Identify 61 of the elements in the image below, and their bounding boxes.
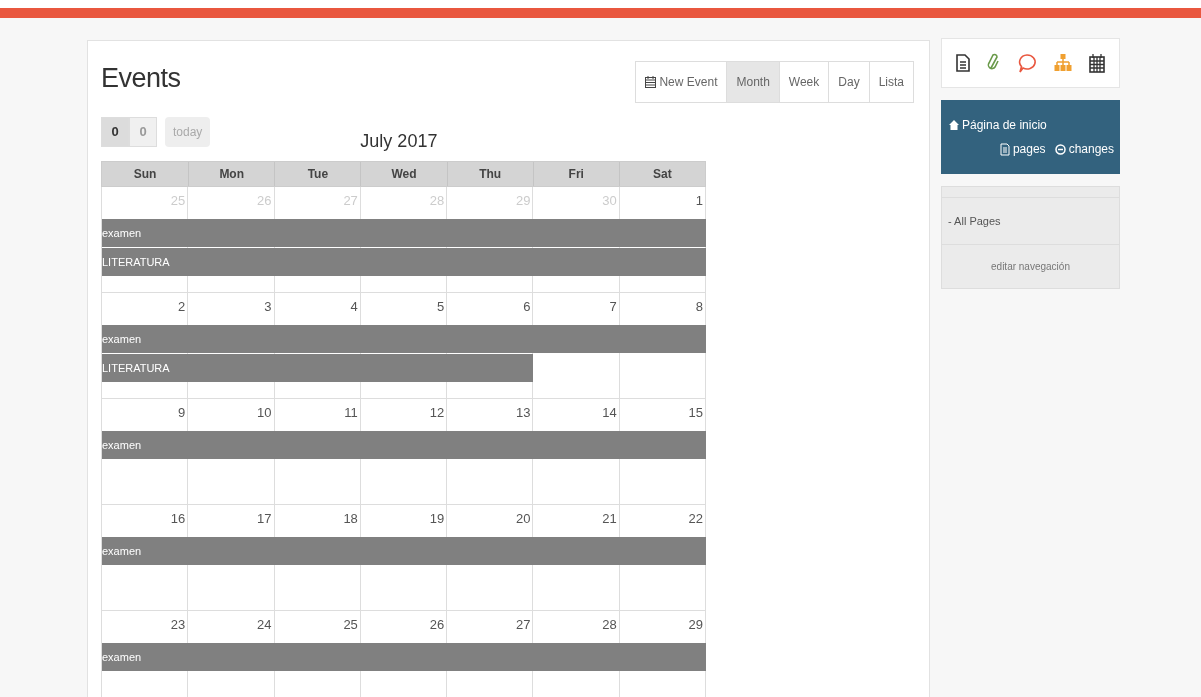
weekday-header: Sat [618, 162, 705, 186]
day-number: 10 [257, 404, 273, 422]
event-title[interactable]: LITERATURA [102, 248, 706, 276]
day-number: 20 [515, 510, 532, 528]
day-number: 28 [602, 616, 618, 634]
pages-link[interactable]: pages [1012, 140, 1046, 158]
month-title: July 2017 [360, 130, 438, 153]
page-title: Events [101, 62, 181, 95]
day-number: 16 [170, 510, 187, 528]
weekday-header: Tue [274, 162, 361, 186]
event-title[interactable]: examen [102, 325, 706, 353]
day-number: 8 [695, 298, 704, 316]
day-number: 25 [343, 616, 359, 634]
calendar-icon [645, 76, 657, 88]
nav-link[interactable]: - All Pages [948, 212, 1001, 230]
day-number: 9 [178, 404, 187, 422]
day-number: 7 [609, 298, 618, 316]
day-number: 29 [688, 616, 704, 634]
day-number: 3 [264, 298, 273, 316]
nav-button[interactable]: 0 [129, 116, 157, 147]
day-number: 15 [688, 404, 704, 422]
event-title[interactable]: examen [102, 643, 706, 671]
day-number: 2 [178, 298, 187, 316]
day-number: 26 [429, 616, 446, 634]
day-number: 14 [602, 404, 618, 422]
day-number: 11 [344, 404, 359, 422]
event-title[interactable]: examen [102, 537, 706, 565]
weekday-header: Mon [188, 162, 275, 186]
sitemap-icon[interactable] [1054, 54, 1073, 72]
day-number: 27 [515, 616, 532, 634]
weekday-header: Wed [360, 162, 447, 186]
weekday-header: Fri [532, 162, 619, 186]
event-title[interactable]: examen [102, 431, 706, 459]
day-number: 23 [170, 616, 187, 634]
day-number: 19 [429, 510, 446, 528]
day-number: 21 [602, 510, 618, 528]
home-icon [949, 120, 959, 130]
day-number: 18 [343, 510, 359, 528]
speech-bubble-icon[interactable] [1017, 53, 1038, 73]
day-number: 4 [350, 298, 359, 316]
weekday-header: Sun [132, 166, 158, 183]
home-link[interactable]: Página de inicio [962, 116, 1047, 134]
weekday-header: Thu [446, 162, 533, 186]
calendar-icon[interactable] [1088, 53, 1105, 73]
day-number: 1 [695, 192, 704, 210]
day-number: 24 [257, 616, 273, 634]
event-title[interactable]: LITERATURA [102, 354, 534, 382]
document-icon [999, 142, 1010, 156]
day-number: 22 [688, 510, 704, 528]
day-number: 12 [429, 404, 446, 422]
view-tab[interactable]: Month [726, 62, 779, 102]
day-number: 13 [515, 404, 532, 422]
document-icon[interactable] [956, 54, 971, 72]
clock-icon [1054, 143, 1066, 155]
day-number: 6 [523, 298, 532, 316]
nav-button[interactable]: 0 [101, 116, 129, 147]
day-number: 17 [257, 510, 273, 528]
event-title[interactable]: examen [102, 219, 706, 247]
day-number: 5 [436, 298, 446, 316]
changes-link[interactable]: changes [1068, 140, 1114, 158]
edit-navigation-link[interactable]: editar navegación [991, 259, 1070, 274]
